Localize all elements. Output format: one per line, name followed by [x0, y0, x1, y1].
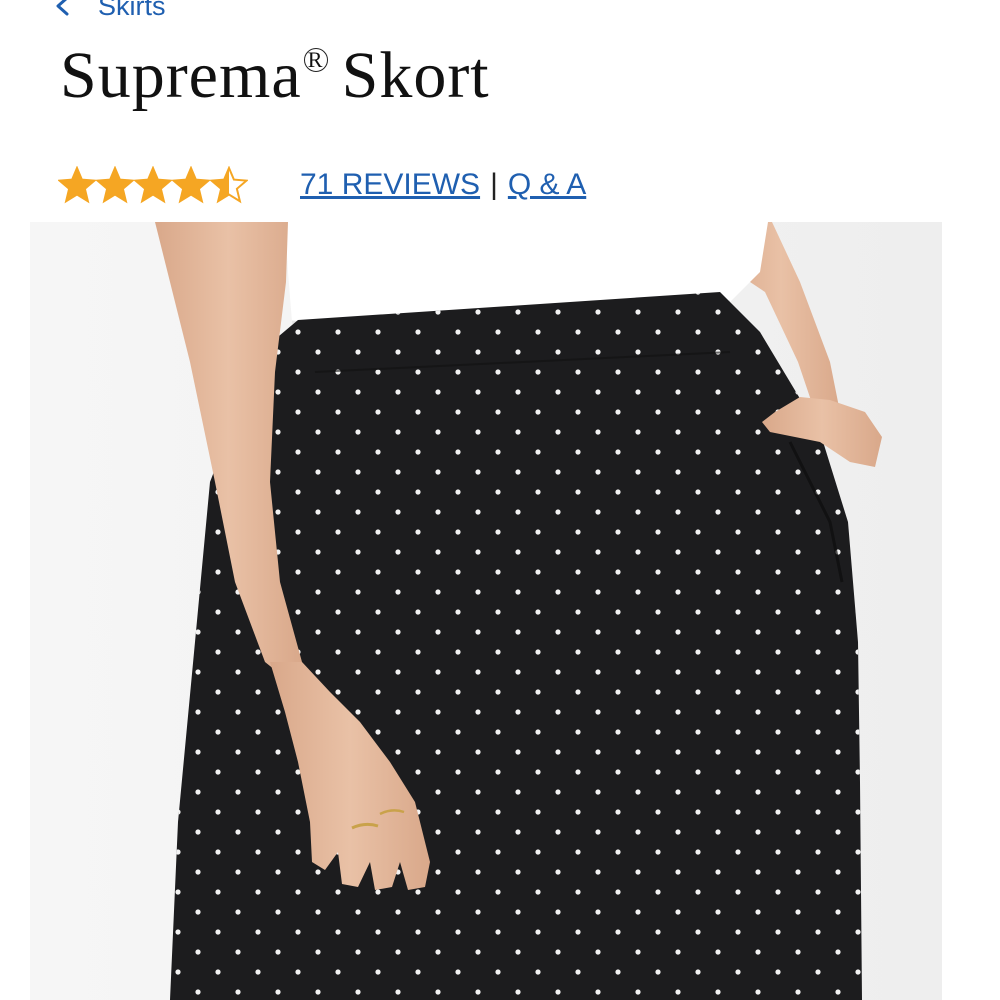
reviews-link[interactable]: 71 REVIEWS: [300, 168, 480, 202]
star-full-icon: [172, 166, 210, 204]
star-full-icon: [134, 166, 172, 204]
chevron-left-icon: [56, 0, 69, 16]
product-title: Suprema R Skort: [60, 38, 490, 114]
star-rating: [58, 166, 248, 204]
qa-link[interactable]: Q & A: [508, 168, 586, 202]
product-title-suffix: Skort: [341, 39, 490, 112]
star-full-icon: [58, 166, 96, 204]
product-image[interactable]: [30, 222, 942, 1000]
star-half-icon: [210, 166, 248, 204]
breadcrumb-label: Skirts: [98, 0, 166, 21]
rating-row: 71 REVIEWS | Q & A: [58, 160, 586, 210]
star-full-icon: [96, 166, 134, 204]
breadcrumb-back-link[interactable]: Skirts: [52, 0, 166, 26]
rating-separator: |: [490, 168, 498, 201]
product-photo-illustration: [30, 222, 942, 1000]
product-title-name: Suprema: [60, 39, 302, 112]
registered-trademark-mark: R: [303, 48, 328, 72]
product-page: Skirts Suprema R Skort 71 REVIEWS | Q & A: [0, 0, 1000, 1000]
